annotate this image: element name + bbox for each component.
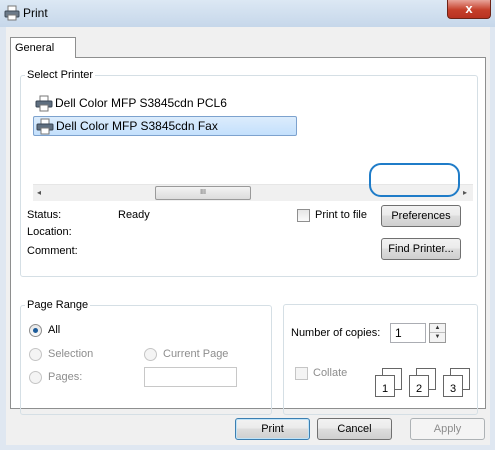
printer-name: Dell Color MFP S3845cdn Fax	[56, 119, 218, 133]
pages-radio[interactable]	[29, 371, 42, 384]
all-radio[interactable]	[29, 324, 42, 337]
select-printer-label: Select Printer	[27, 69, 94, 81]
page-range-group: Page Range All Selection Current Page Pa…	[20, 299, 272, 415]
collate-page-icon: 2	[409, 375, 429, 397]
current-page-label: Current Page	[163, 348, 229, 360]
apply-button[interactable]: Apply	[410, 418, 485, 440]
scroll-thumb[interactable]: III	[155, 186, 251, 200]
preferences-highlight-ring	[369, 163, 460, 197]
scroll-left-icon[interactable]: ◂	[37, 188, 41, 197]
preferences-button[interactable]: Preferences	[381, 205, 461, 227]
collate-label: Collate	[313, 367, 348, 379]
cancel-button[interactable]: Cancel	[317, 418, 392, 440]
print-to-file-checkbox[interactable]	[297, 209, 310, 222]
pages-input[interactable]	[144, 367, 237, 387]
collate-checkbox[interactable]	[295, 367, 308, 380]
title-bar: Print x	[0, 0, 495, 27]
all-label: All	[48, 324, 61, 336]
status-label: Status:	[27, 209, 62, 221]
location-label: Location:	[27, 226, 72, 238]
selection-label: Selection	[48, 348, 94, 360]
selection-radio[interactable]	[29, 348, 42, 361]
current-page-radio[interactable]	[144, 348, 157, 361]
printer-item-selected[interactable]: Dell Color MFP S3845cdn Fax	[33, 116, 297, 136]
print-dialog: Print x General Select Printer Dell Colo…	[0, 0, 495, 450]
spin-up-icon[interactable]: ▲	[430, 324, 445, 333]
copies-spinner[interactable]: ▲ ▼	[429, 323, 446, 343]
status-value: Ready	[118, 209, 150, 221]
comment-label: Comment:	[27, 245, 78, 257]
fax-printer-icon	[36, 118, 54, 135]
dialog-body: General Select Printer Dell Color MFP S3…	[6, 27, 490, 445]
window-title: Print	[23, 6, 48, 20]
collate-page-icon: 1	[375, 375, 395, 397]
printer-name: Dell Color MFP S3845cdn PCL6	[55, 96, 227, 110]
copies-group: Number of copies: 1 ▲ ▼ Collate 1 1 2 2 …	[283, 304, 478, 415]
page-range-label: Page Range	[27, 299, 89, 311]
printer-icon	[35, 95, 53, 112]
printer-icon	[4, 5, 20, 21]
printer-item[interactable]: Dell Color MFP S3845cdn PCL6	[33, 94, 297, 114]
find-printer-button[interactable]: Find Printer...	[381, 238, 461, 260]
tab-general[interactable]: General	[10, 37, 76, 58]
print-button[interactable]: Print	[235, 418, 310, 440]
copies-label: Number of copies:	[291, 327, 381, 339]
spin-down-icon[interactable]: ▼	[430, 333, 445, 342]
collate-page-icon: 3	[443, 375, 463, 397]
pages-label: Pages:	[48, 371, 83, 383]
general-panel: Select Printer Dell Color MFP S3845cdn P…	[10, 57, 486, 415]
close-button[interactable]: x	[447, 0, 491, 19]
scroll-right-icon[interactable]: ▸	[463, 188, 467, 197]
print-to-file-label: Print to file	[315, 209, 367, 221]
copies-input[interactable]: 1	[390, 323, 426, 343]
